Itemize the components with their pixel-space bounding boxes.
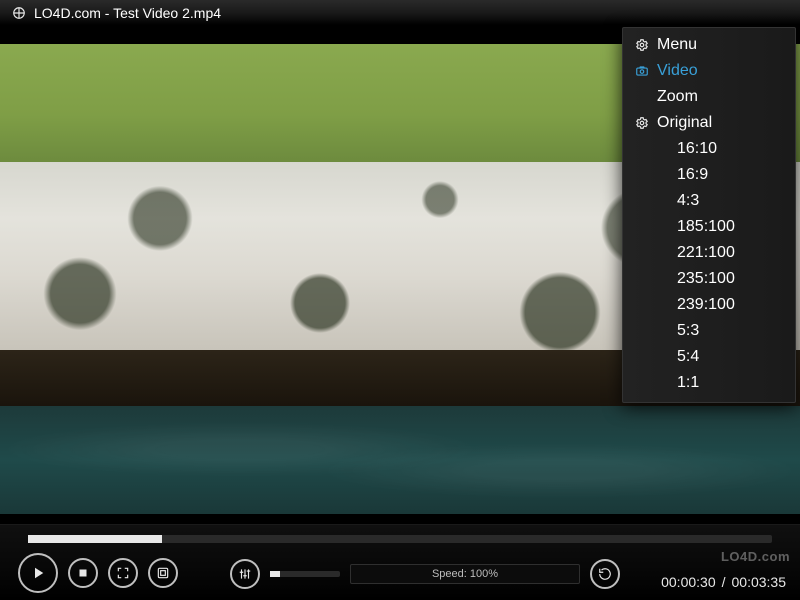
menu-item-zoom[interactable]: Zoom (623, 84, 795, 110)
app-icon (12, 6, 26, 20)
loop-button[interactable] (590, 559, 620, 589)
menu-label: 16:9 (677, 166, 708, 184)
seek-fill (28, 535, 162, 543)
play-button[interactable] (18, 553, 58, 593)
seek-bar[interactable] (28, 535, 772, 543)
controls-bar: Speed: 100% 00:00:30 / 00:03:35 (0, 524, 800, 600)
window-title: LO4D.com - Test Video 2.mp4 (34, 5, 221, 21)
menu-label: 221:100 (677, 244, 735, 262)
menu-item-ratio[interactable]: 239:100 (623, 292, 795, 318)
time-elapsed: 00:00:30 (661, 574, 716, 590)
menu-label: Original (657, 114, 712, 132)
menu-item-ratio[interactable]: 5:4 (623, 344, 795, 370)
menu-label: 4:3 (677, 192, 699, 210)
menu-label: 16:10 (677, 140, 717, 158)
snapshot-button[interactable] (148, 558, 178, 588)
camera-icon (633, 64, 651, 78)
menu-label: 1:1 (677, 374, 699, 392)
menu-label: 5:4 (677, 348, 699, 366)
equalizer-button[interactable] (230, 559, 260, 589)
menu-item-ratio[interactable]: 221:100 (623, 240, 795, 266)
menu-item-video[interactable]: Video (623, 58, 795, 84)
menu-label: 235:100 (677, 270, 735, 288)
menu-item-ratio[interactable]: 16:10 (623, 136, 795, 162)
menu-item-ratio[interactable]: 235:100 (623, 266, 795, 292)
speed-indicator[interactable]: Speed: 100% (350, 564, 580, 584)
menu-item-menu[interactable]: Menu (623, 32, 795, 58)
time-display: 00:00:30 / 00:03:35 (661, 574, 786, 590)
volume-fill (270, 571, 280, 577)
menu-label: 5:3 (677, 322, 699, 340)
menu-label: 185:100 (677, 218, 735, 236)
titlebar[interactable]: LO4D.com - Test Video 2.mp4 (0, 0, 800, 26)
menu-item-original[interactable]: Original (623, 110, 795, 136)
fullscreen-button[interactable] (108, 558, 138, 588)
menu-label: Zoom (657, 88, 698, 106)
context-menu: Menu Video Zoom Original 16:10 16:9 4:3 … (622, 27, 796, 403)
menu-label: Menu (657, 36, 697, 54)
gear-icon (633, 38, 651, 52)
menu-item-ratio[interactable]: 5:3 (623, 318, 795, 344)
menu-label: 239:100 (677, 296, 735, 314)
menu-item-ratio[interactable]: 1:1 (623, 370, 795, 396)
volume-slider[interactable] (270, 571, 340, 577)
menu-item-ratio[interactable]: 16:9 (623, 162, 795, 188)
watermark: LO4D.com (721, 549, 790, 564)
time-duration: 00:03:35 (732, 574, 787, 590)
menu-item-ratio[interactable]: 185:100 (623, 214, 795, 240)
stop-button[interactable] (68, 558, 98, 588)
mid-controls: Speed: 100% (230, 559, 620, 589)
transport-buttons (18, 553, 178, 593)
menu-label: Video (657, 62, 698, 80)
menu-item-ratio[interactable]: 4:3 (623, 188, 795, 214)
video-frame-sea (0, 406, 800, 514)
speed-label: Speed: 100% (432, 568, 498, 580)
gear-icon (633, 116, 651, 130)
time-separator: / (722, 574, 726, 590)
